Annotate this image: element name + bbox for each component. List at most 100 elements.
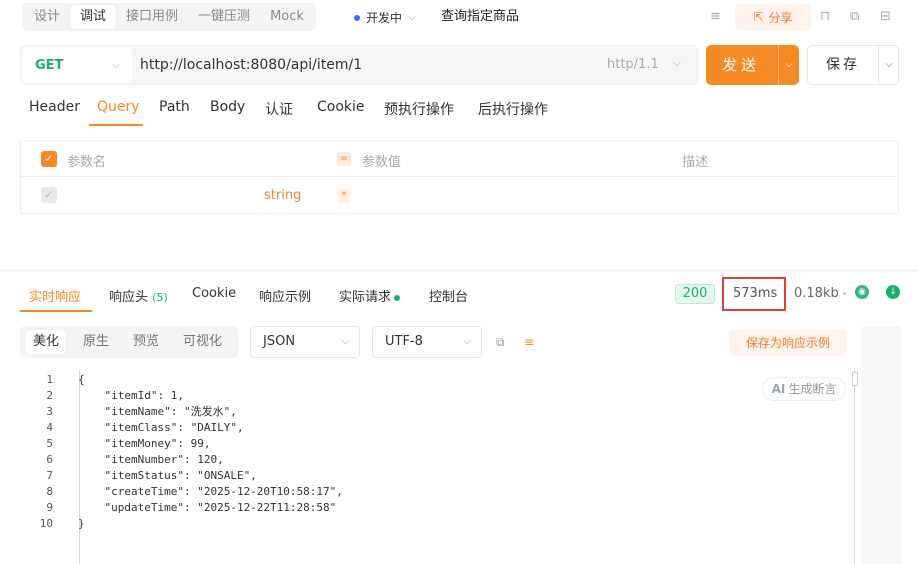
chevron-down-icon: ⌵ — [408, 12, 416, 23]
response-size[interactable]: 0.18kb — [794, 286, 839, 301]
tab-post-script[interactable]: 后执行操作 — [478, 99, 548, 119]
top-bar: 设计 调试 接口用例 一键压测 Mock 开发中 ⌵ 查询指定商品 ≡ ⇱ 分享… — [0, 0, 918, 36]
code-line: 3 "itemName": "洗发水", — [46, 405, 237, 418]
param-desc-input[interactable] — [682, 181, 882, 209]
send-button[interactable]: 发送 ⌵ — [706, 45, 799, 85]
environment-label: 开发中 — [366, 11, 403, 25]
code-line: 9 "updateTime": "2025-12-22T11:28:58" — [46, 501, 337, 514]
view-mode-tabs: 美化 原生 预览 可视化 — [20, 326, 238, 358]
active-tab-indicator — [89, 124, 143, 126]
param-name-header: 参数名 — [67, 155, 107, 170]
share-button[interactable]: ⇱ 分享 — [735, 4, 811, 30]
ai-icon: AI — [771, 382, 786, 396]
method-selector[interactable]: GET ⌵ — [23, 48, 132, 82]
url-bar: GET ⌵ http://localhost:8080/api/item/1 h… — [20, 45, 698, 85]
side-panel — [862, 326, 901, 564]
code-line: 8 "createTime": "2025-12-20T10:58:17", — [46, 485, 343, 498]
chevron-down-icon: ⌵ — [463, 336, 471, 347]
scrollbar-thumb[interactable] — [852, 372, 858, 386]
code-line: 7 "itemStatus": "ONSALE", — [46, 469, 257, 482]
tab-query[interactable]: Query — [97, 99, 140, 115]
tab-load-test[interactable]: 一键压测 — [188, 5, 260, 29]
tab-body[interactable]: Body — [210, 99, 245, 115]
save-icon[interactable]: ⊟ — [880, 9, 891, 24]
tab-actual-request[interactable]: 实际请求 — [339, 286, 401, 305]
save-options-chevron-icon[interactable]: ⌵ — [879, 46, 899, 84]
download-icon[interactable]: ↓ — [886, 285, 900, 299]
scrollbar-track[interactable] — [854, 370, 855, 564]
tab-debug[interactable]: 调试 — [70, 5, 117, 29]
lock-icon[interactable]: ⊓ — [820, 9, 830, 24]
share-icon: ⇱ — [753, 10, 764, 24]
view-tab-raw[interactable]: 原生 — [76, 330, 116, 354]
tab-path[interactable]: Path — [159, 99, 190, 115]
tab-label: 实际请求 — [339, 290, 392, 305]
tab-cookie[interactable]: Cookie — [317, 99, 365, 115]
ai-label: 生成断言 — [788, 382, 837, 396]
generate-assertion-button[interactable]: AI 生成断言 — [762, 377, 846, 401]
status-dot-icon — [394, 294, 401, 301]
tab-design[interactable]: 设计 — [24, 5, 70, 29]
chevron-down-icon: ⌵ — [673, 58, 681, 69]
environment-selector[interactable]: 开发中 ⌵ — [354, 9, 416, 26]
bulk-edit-icon[interactable]: = — [337, 152, 351, 166]
tab-header[interactable]: Header — [29, 99, 80, 115]
tab-label: 响应头 — [109, 290, 149, 305]
save-as-example-button[interactable]: 保存为响应示例 — [729, 330, 847, 356]
encoding-label: UTF-8 — [385, 334, 423, 349]
status-code-badge: 200 — [675, 284, 715, 304]
code-line: 4 "itemClass": "DAILY", — [46, 421, 244, 434]
param-desc-header: 描述 — [682, 155, 709, 170]
tab-response-examples[interactable]: 响应示例 — [259, 286, 311, 305]
select-all-checkbox[interactable]: ✓ — [41, 151, 57, 167]
tab-response-headers[interactable]: 响应头 (5) — [109, 286, 168, 305]
params-table: ✓ 参数名 = 参数值 描述 ✓ string * — [20, 140, 899, 214]
http-version-selector[interactable]: http/1.1 — [607, 57, 659, 72]
share-label: 分享 — [768, 10, 793, 25]
tab-console[interactable]: 控制台 — [429, 286, 468, 305]
code-line: 5 "itemMoney": 99, — [46, 437, 211, 450]
view-tab-beautify[interactable]: 美化 — [26, 330, 67, 354]
send-options-chevron-icon[interactable]: ⌵ — [779, 45, 799, 85]
mode-tabs: 设计 调试 接口用例 一键压测 Mock — [22, 3, 316, 31]
wrap-icon[interactable]: ≡ — [524, 335, 534, 349]
format-selector[interactable]: JSON ⌵ — [250, 326, 360, 358]
param-value-input[interactable] — [362, 181, 662, 209]
edit-icon[interactable]: ≡ — [710, 9, 721, 24]
code-line: 10} — [39, 517, 85, 530]
param-type-selector[interactable]: string — [264, 188, 301, 203]
globe-icon[interactable]: ◉ — [855, 285, 869, 299]
tab-response-cookie[interactable]: Cookie — [192, 286, 236, 301]
panel-divider[interactable] — [0, 270, 918, 271]
param-name-input[interactable] — [67, 181, 257, 209]
encoding-selector[interactable]: UTF-8 ⌵ — [372, 326, 482, 358]
save-button[interactable]: 保存 ⌵ — [807, 45, 899, 85]
active-tab-indicator — [20, 310, 92, 312]
code-line: 2 "itemId": 1, — [46, 389, 184, 402]
tab-mock[interactable]: Mock — [260, 5, 314, 29]
api-name-input[interactable]: 查询指定商品 — [434, 4, 696, 30]
view-tab-preview[interactable]: 预览 — [126, 330, 166, 354]
response-body-viewer[interactable]: 1{ 2 "itemId": 1, 3 "itemName": "洗发水", 4… — [20, 370, 856, 564]
required-star-icon[interactable]: * — [337, 189, 351, 203]
param-value-header: 参数值 — [362, 155, 402, 170]
tab-test-cases[interactable]: 接口用例 — [116, 5, 188, 29]
code-line: 6 "itemNumber": 120, — [46, 453, 224, 466]
tab-pre-script[interactable]: 预执行操作 — [384, 99, 454, 119]
params-table-header: ✓ 参数名 = 参数值 描述 — [21, 141, 898, 177]
response-time[interactable]: 573ms — [733, 286, 777, 301]
url-input[interactable]: http://localhost:8080/api/item/1 — [140, 57, 362, 73]
send-label: 发送 — [721, 56, 760, 74]
status-dot-icon — [354, 14, 360, 21]
chevron-down-icon: ⌵ — [341, 336, 349, 347]
tab-realtime-response[interactable]: 实时响应 — [29, 286, 81, 305]
method-label: GET — [35, 57, 64, 73]
tab-auth[interactable]: 认证 — [265, 99, 293, 119]
copy-icon[interactable]: ⧉ — [496, 335, 505, 350]
chevron-down-icon: ⌵ — [112, 59, 120, 71]
save-label: 保存 — [826, 57, 860, 73]
row-checkbox[interactable]: ✓ — [41, 187, 57, 203]
separator-dot — [843, 292, 846, 295]
view-tab-visualize[interactable]: 可视化 — [176, 330, 229, 354]
copy-icon[interactable]: ⧉ — [850, 9, 859, 24]
